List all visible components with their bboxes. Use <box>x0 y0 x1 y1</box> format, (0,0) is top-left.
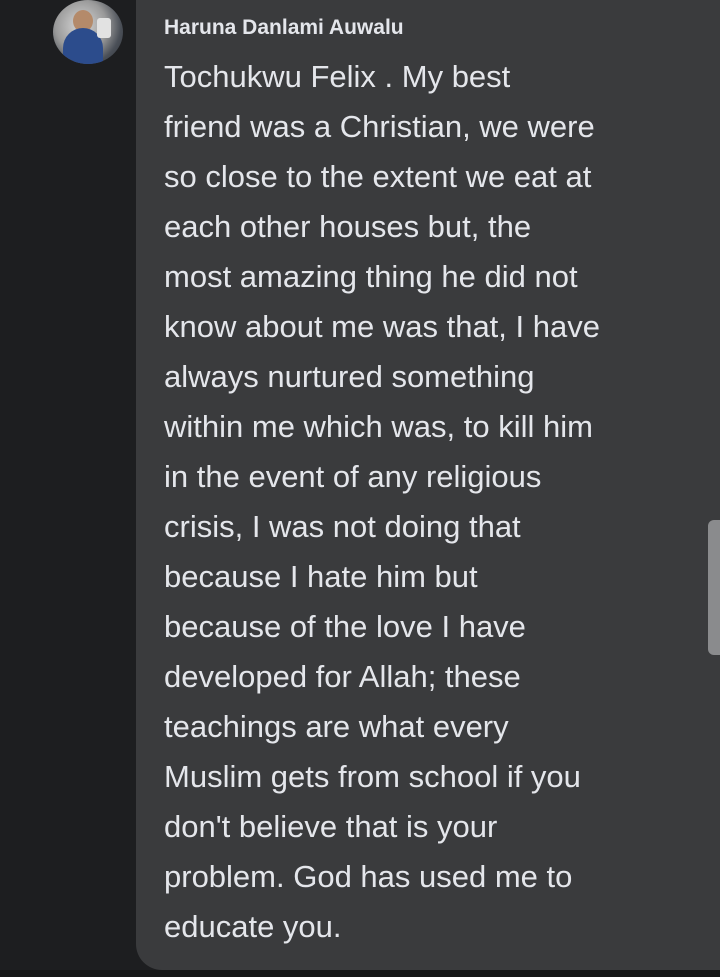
comment-line: most amazing thing he did not <box>164 259 578 294</box>
comment-line: each other houses but, the <box>164 209 532 244</box>
comment-line: Tochukwu Felix . My best <box>164 59 511 94</box>
scrollbar[interactable] <box>708 520 720 655</box>
comment-line: educate you. <box>164 909 342 944</box>
avatar-accent <box>97 18 111 38</box>
comment-line: because I hate him but <box>164 559 478 594</box>
comment-line: know about me was that, I have <box>164 309 600 344</box>
comment-line: because of the love I have <box>164 609 526 644</box>
comment-line: Muslim gets from school if you <box>164 759 581 794</box>
comment-screenshot: Haruna Danlami Auwalu Tochukwu Felix . M… <box>0 0 720 977</box>
comment-line: always nurtured something <box>164 359 535 394</box>
comment-line: within me which was, to kill him <box>164 409 593 444</box>
comment-line: so close to the extent we eat at <box>164 159 592 194</box>
bottom-edge <box>0 970 720 977</box>
avatar[interactable] <box>53 0 123 64</box>
comment-text: Tochukwu Felix . My best friend was a Ch… <box>164 52 704 952</box>
comment-line: problem. God has used me to <box>164 859 573 894</box>
comment-line: don't believe that is your <box>164 809 498 844</box>
comment-author-name[interactable]: Haruna Danlami Auwalu <box>164 16 404 40</box>
comment-line: developed for Allah; these <box>164 659 521 694</box>
comment-line: teachings are what every <box>164 709 509 744</box>
comment-line: crisis, I was not doing that <box>164 509 521 544</box>
comment-line: friend was a Christian, we were <box>164 109 595 144</box>
comment-line: in the event of any religious <box>164 459 542 494</box>
